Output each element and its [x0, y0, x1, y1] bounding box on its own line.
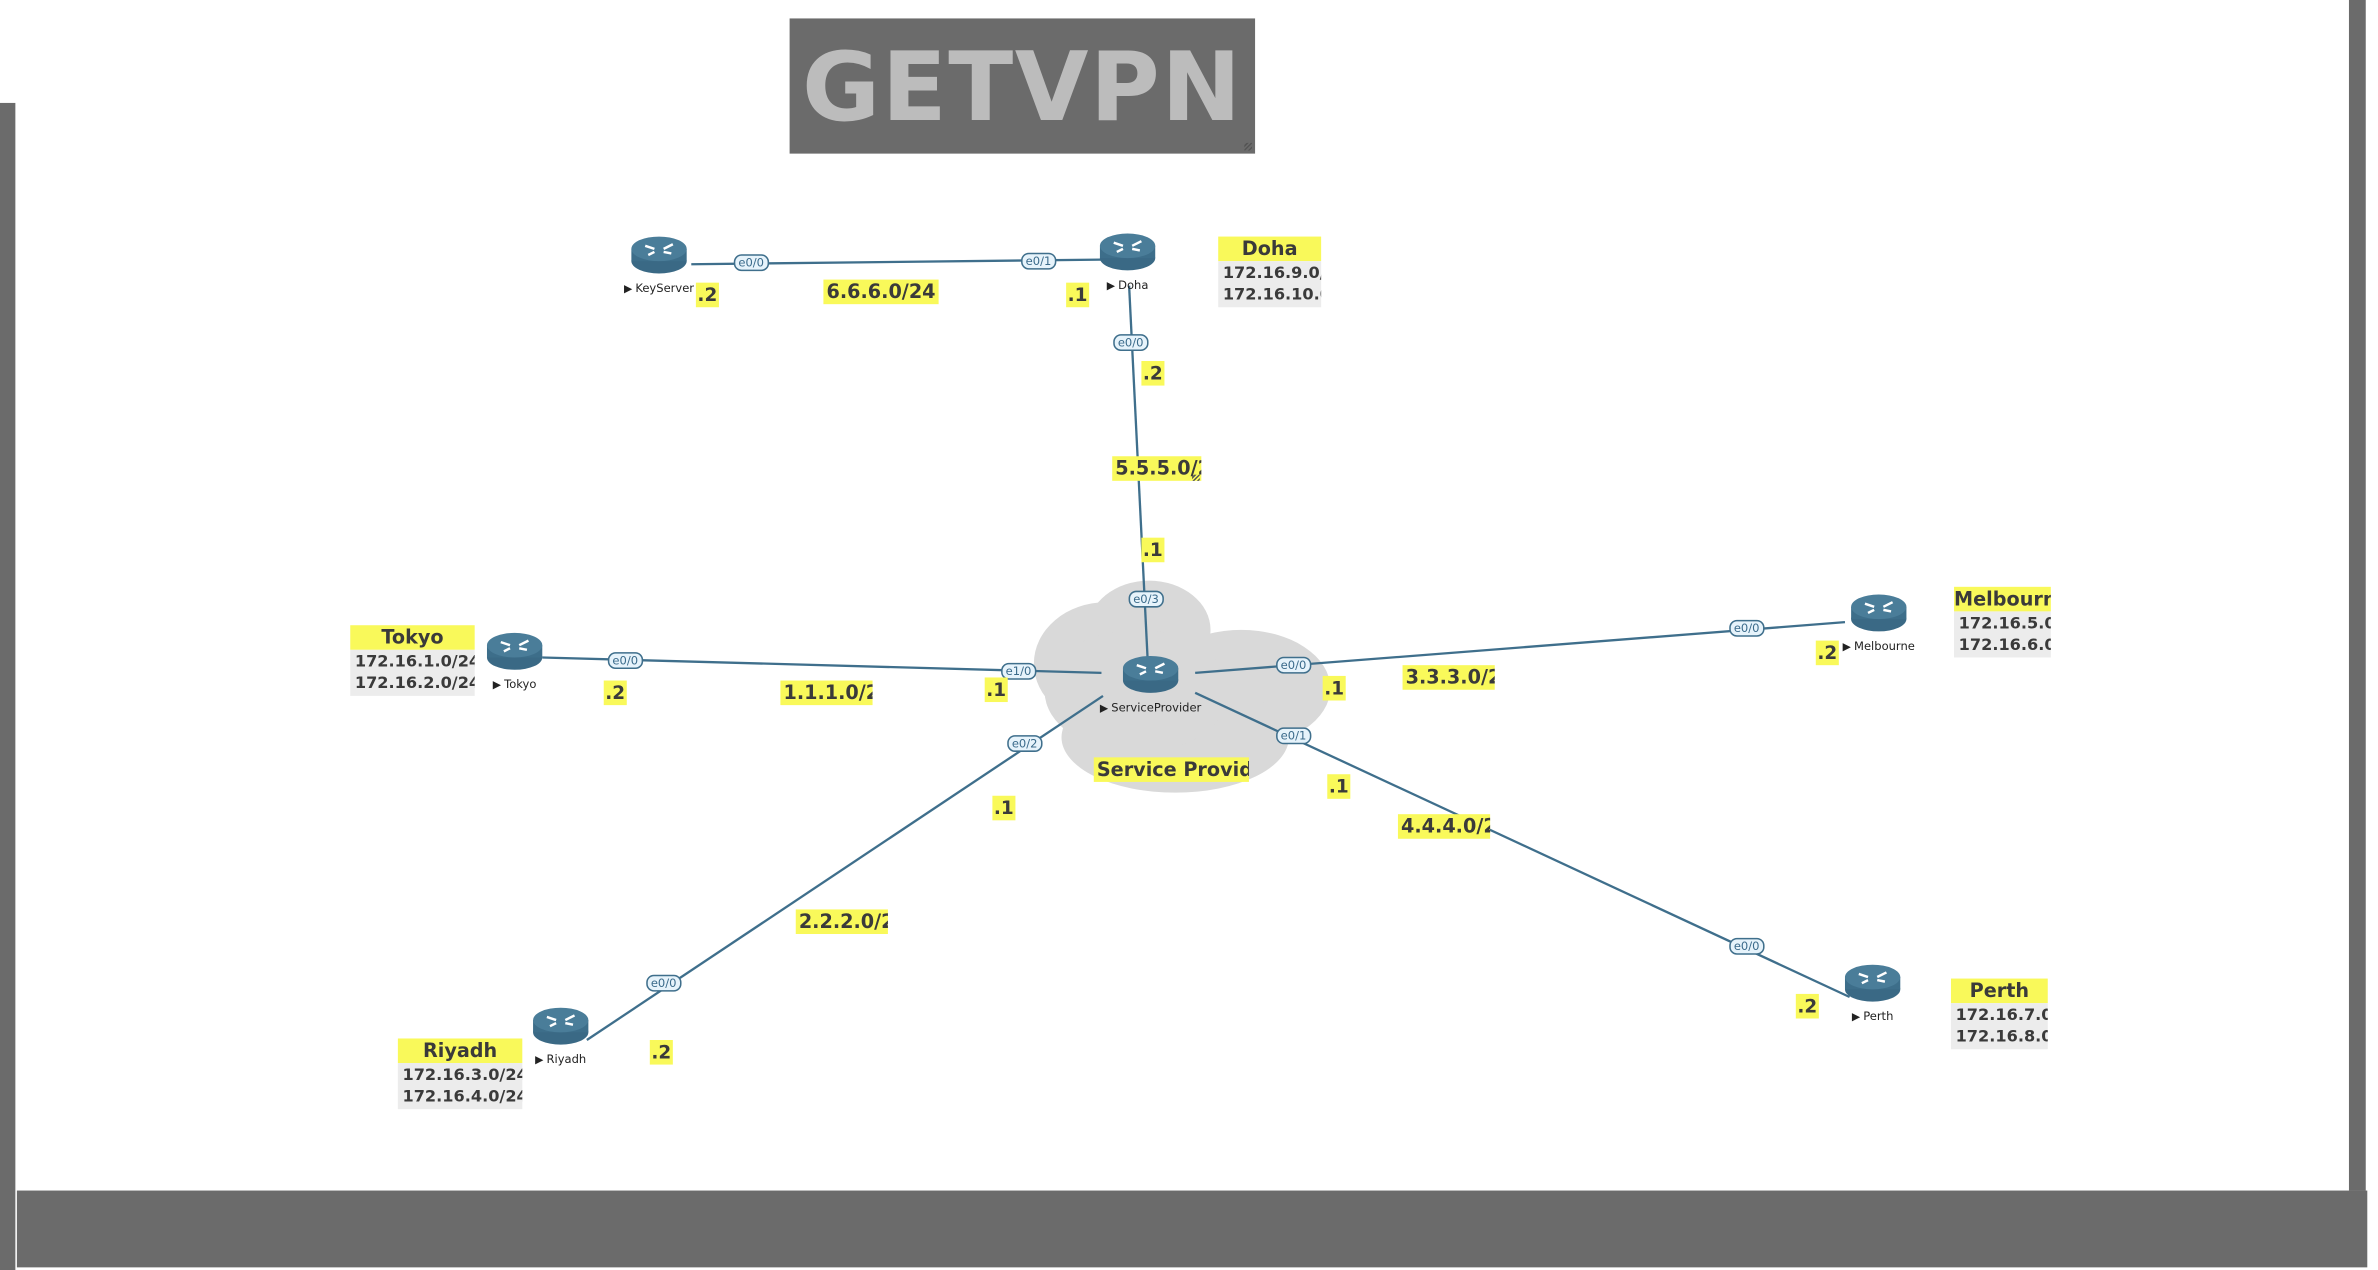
site-perth[interactable]: Perth 172.16.7.0/172.16.8.0/ — [1950, 978, 2048, 1050]
address-label[interactable]: .2 — [603, 680, 627, 706]
node-label: ▶ Perth — [1851, 1009, 1894, 1024]
address-label[interactable]: .1 — [984, 677, 1008, 703]
network-label[interactable]: 4.4.4.0/2 — [1397, 814, 1491, 839]
site-name: Melbourn — [1954, 586, 2051, 612]
router-icon — [1851, 594, 1907, 632]
iface-keyserver-e0-0[interactable]: e0/0 — [733, 254, 769, 272]
address-label[interactable]: .2 — [649, 1040, 673, 1065]
topology-stage: GETVPN e0/0 e0/1 e0/0 e0/3 e0/0 e1/0 e0/… — [0, 0, 2378, 1270]
address-label[interactable]: .2 — [1141, 361, 1165, 386]
address-label[interactable]: .1 — [992, 795, 1016, 821]
node-serviceprovider[interactable]: ▶ ServiceProvider — [1089, 654, 1212, 714]
router-icon — [631, 236, 687, 274]
site-doha[interactable]: Doha 172.16.9.0/2172.16.10.0/ — [1218, 236, 1322, 308]
router-icon — [1122, 655, 1179, 693]
iface-perth-e0-0[interactable]: e0/0 — [1729, 937, 1765, 955]
node-perth[interactable]: ▶ Perth — [1811, 963, 1934, 1023]
iface-sp-e0-0[interactable]: e0/0 — [1276, 656, 1311, 674]
node-label: ▶ ServiceProvider — [1099, 700, 1202, 715]
network-label[interactable]: 3.3.3.0/2 — [1402, 665, 1495, 690]
site-subnets: 172.16.7.0/172.16.8.0/ — [1950, 1003, 2048, 1050]
router-icon — [1099, 233, 1156, 271]
iface-doha-e0-0[interactable]: e0/0 — [1113, 334, 1149, 352]
address-label[interactable]: .1 — [1327, 774, 1351, 799]
network-label[interactable]: 5.5.5.0/2 — [1112, 456, 1202, 481]
site-riyadh[interactable]: Riyadh 172.16.3.0/24 172.16.4.0/24 — [397, 1038, 523, 1110]
iface-doha-e0-1[interactable]: e0/1 — [1021, 252, 1056, 270]
address-label[interactable]: .2 — [1815, 640, 1839, 666]
address-label[interactable]: .1 — [1066, 282, 1090, 308]
router-icon — [1844, 964, 1901, 1002]
router-icon — [486, 632, 543, 670]
site-name: Doha — [1218, 236, 1322, 262]
site-subnets: 172.16.1.0/24 172.16.2.0/24 — [350, 649, 475, 696]
iface-sp-e0-2[interactable]: e0/2 — [1007, 735, 1043, 752]
network-label[interactable]: 1.1.1.0/2 — [780, 680, 873, 706]
site-tokyo[interactable]: Tokyo 172.16.1.0/24 172.16.2.0/24 — [350, 625, 475, 696]
router-icon — [533, 1007, 589, 1045]
network-label[interactable]: 6.6.6.0/24 — [823, 279, 939, 305]
cloud-label[interactable]: Service Provid — [1093, 757, 1249, 782]
address-label[interactable]: .1 — [1322, 675, 1346, 701]
address-label[interactable]: .2 — [1795, 993, 1819, 1019]
network-label[interactable]: 2.2.2.0/2 — [795, 909, 888, 935]
iface-melbourne-e0-0[interactable]: e0/0 — [1729, 619, 1765, 637]
address-label[interactable]: .2 — [695, 282, 719, 308]
site-name: Perth — [1950, 978, 2048, 1004]
site-name: Riyadh — [397, 1038, 523, 1064]
site-subnets: 172.16.9.0/2172.16.10.0/ — [1218, 261, 1322, 308]
site-subnets: 172.16.3.0/24 172.16.4.0/24 — [397, 1063, 523, 1110]
iface-sp-e0-3[interactable]: e0/3 — [1128, 590, 1164, 608]
site-subnets: 172.16.5.0/172.16.6.0/ — [1954, 611, 2051, 658]
iface-riyadh-e0-0[interactable]: e0/0 — [646, 974, 682, 992]
iface-tokyo-e0-0[interactable]: e0/0 — [607, 652, 643, 670]
site-melbourne[interactable]: Melbourn 172.16.5.0/172.16.6.0/ — [1954, 586, 2051, 658]
address-label[interactable]: .1 — [1141, 537, 1165, 563]
iface-sp-e0-1[interactable]: e0/1 — [1276, 727, 1311, 745]
site-name: Tokyo — [350, 625, 475, 650]
